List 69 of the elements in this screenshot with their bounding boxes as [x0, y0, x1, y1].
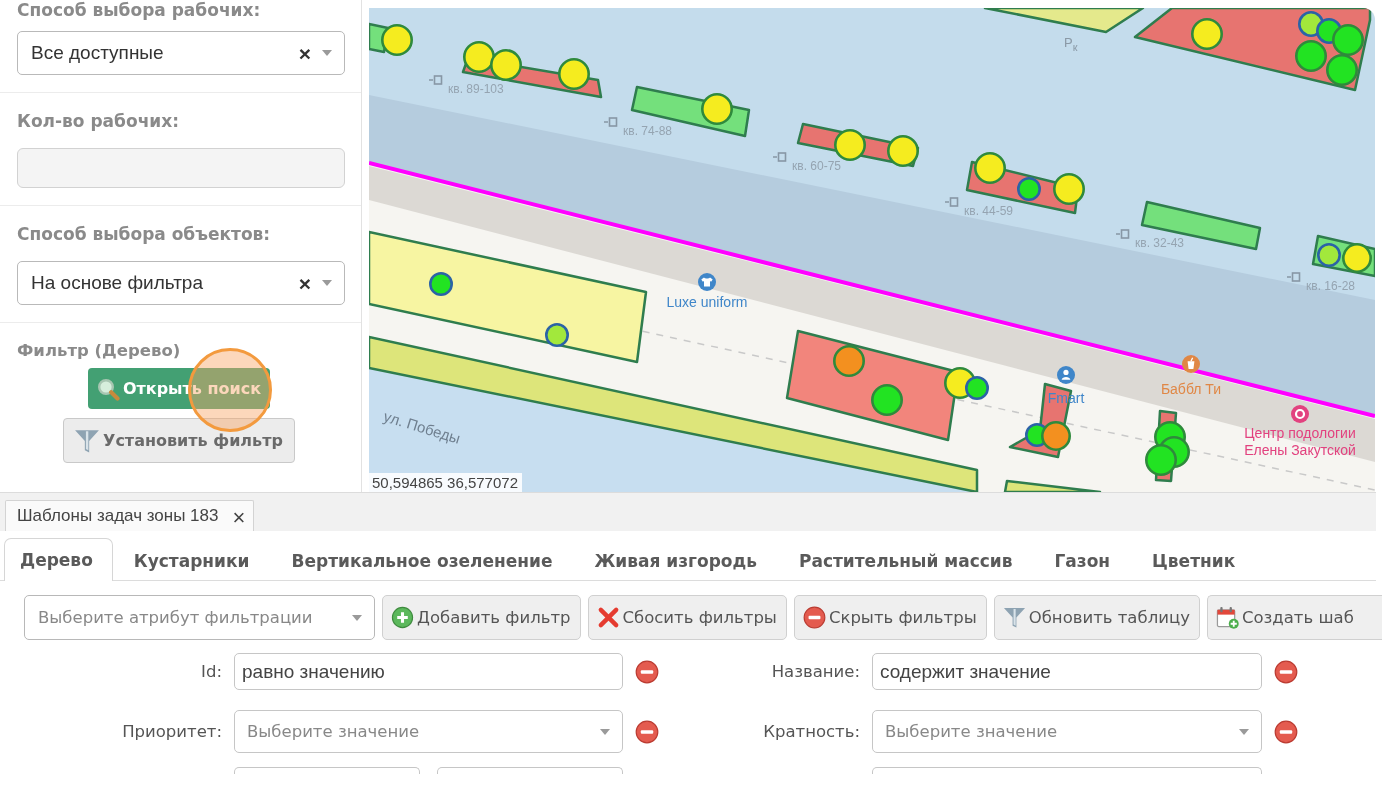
caret-icon	[1239, 728, 1249, 735]
caret-icon	[600, 728, 610, 735]
door-icon	[1287, 272, 1301, 282]
category-tab[interactable]: Растительный массив	[778, 539, 1034, 581]
set-filter-button[interactable]: Установить фильтр	[63, 418, 295, 463]
funnel-icon	[1002, 606, 1026, 629]
place-label: Luxe uniform	[666, 294, 748, 311]
house-label: кв. 89-103	[448, 82, 504, 96]
select-field[interactable]: Все доступные ×	[17, 31, 345, 75]
house-label: кв. 32-43	[1135, 236, 1184, 250]
select-field[interactable]: Выберите значение	[234, 710, 623, 753]
remove-icon[interactable]	[635, 659, 659, 684]
refresh-table-button[interactable]: Обновить таблицу	[993, 595, 1200, 640]
input-field[interactable]: равно значению	[234, 653, 623, 690]
door-icon	[945, 197, 959, 207]
input-field[interactable]	[234, 767, 420, 774]
field-label: Название:	[770, 662, 860, 681]
field-label: Приоритет:	[121, 722, 222, 741]
minus-circle-icon	[802, 606, 826, 629]
panel-tab[interactable]: Шаблоны задач зоны 183 ×	[5, 500, 255, 531]
door-icon	[1116, 229, 1130, 239]
door-icon	[773, 152, 787, 162]
place-label: Центр подологии Елены Закутской	[1243, 425, 1357, 459]
door-icon	[429, 75, 443, 85]
search-icon	[95, 376, 120, 401]
calendar-icon	[1215, 606, 1239, 629]
field-label: Способ выбора объектов:	[17, 224, 272, 244]
house-label: кв. 16-28	[1306, 279, 1355, 293]
caret-icon	[322, 280, 332, 286]
caret-icon	[352, 614, 362, 621]
place-label: Баббл Ти	[1160, 381, 1222, 398]
field-label: Кратность:	[762, 722, 860, 741]
category-tab[interactable]: Газон	[1033, 539, 1132, 581]
house-label: кв. 60-75	[792, 159, 841, 173]
coordinates-label: 50,594865 36,577072	[369, 473, 522, 492]
input-field[interactable]: содержит значение	[872, 653, 1262, 690]
create-template-button[interactable]: Создать шаб	[1206, 595, 1382, 640]
close-button[interactable]: ×	[232, 506, 246, 529]
remove-icon[interactable]	[635, 719, 659, 744]
house-label: кв. 44-59	[964, 204, 1013, 218]
house-label: кв. 74-88	[623, 124, 672, 138]
clear-button[interactable]: ×	[298, 42, 311, 64]
field-label: Фильтр (Дерево)	[17, 341, 182, 361]
field-label: Способ выбора рабочих:	[17, 0, 262, 20]
attribute-select[interactable]: Выберите атрибут фильтрации	[24, 595, 375, 640]
remove-icon[interactable]	[1274, 659, 1298, 684]
funnel-icon	[74, 427, 101, 454]
remove-icon[interactable]	[1274, 719, 1298, 744]
input-field[interactable]	[437, 767, 623, 774]
category-tab[interactable]: Вертикальное озеленение	[270, 539, 574, 581]
category-tab[interactable]: Кустарники	[112, 539, 271, 581]
field-label: Id:	[200, 662, 222, 681]
caret-icon	[322, 50, 332, 56]
add-filter-button[interactable]: Добавить фильтр	[382, 595, 581, 640]
field-label: Кол-во рабочих:	[17, 111, 180, 131]
door-icon	[604, 117, 618, 127]
input-field[interactable]	[17, 148, 345, 188]
select-field[interactable]: Выберите значение	[872, 710, 1262, 753]
hide-filters-button[interactable]: Скрыть фильтры	[793, 595, 987, 640]
input-field[interactable]	[872, 767, 1262, 774]
cross-icon	[596, 606, 620, 629]
category-tab[interactable]: Живая изгородь	[573, 539, 778, 581]
parking-label: P$_{к}$	[1064, 36, 1078, 54]
category-tab[interactable]: Цветник	[1131, 539, 1257, 581]
plus-circle-icon	[391, 606, 414, 629]
category-tab[interactable]: Дерево	[4, 538, 113, 581]
reset-filters-button[interactable]: Сбосить фильтры	[587, 595, 787, 640]
clear-button[interactable]: ×	[298, 272, 311, 294]
select-field[interactable]: На основе фильтра ×	[17, 261, 345, 305]
